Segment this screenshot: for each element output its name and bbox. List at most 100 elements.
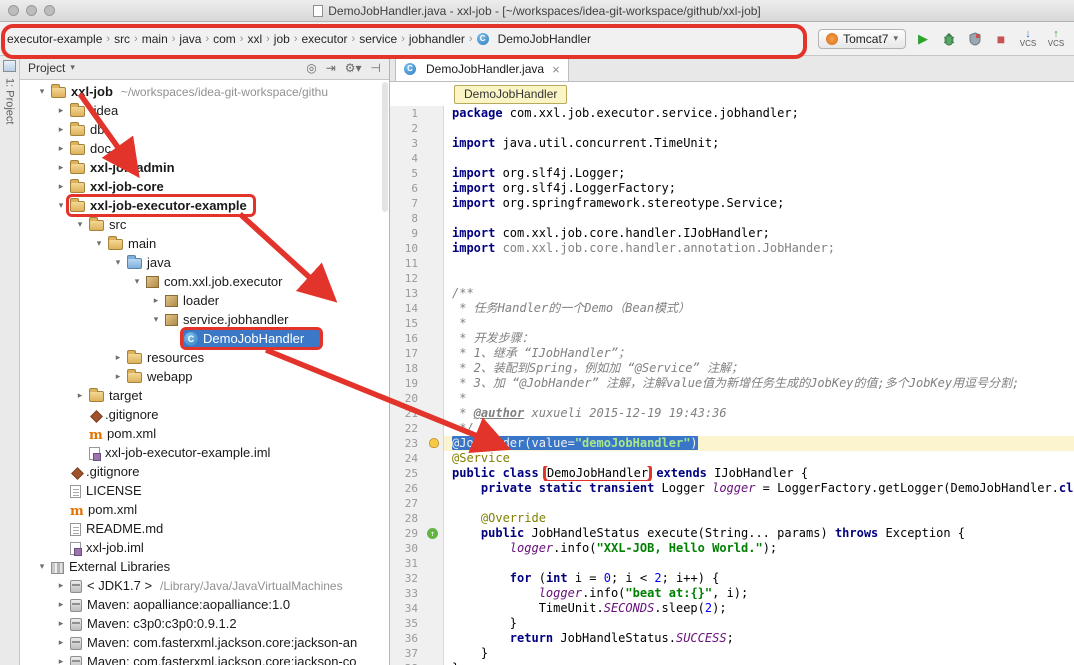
line-number[interactable]: 15 xyxy=(390,316,424,331)
expand-icon[interactable]: ▸ xyxy=(110,371,126,382)
tree-item-xxl-job-iml[interactable]: xxl-job.iml xyxy=(20,538,389,557)
tree-item-content[interactable]: .gitignore xyxy=(69,463,145,480)
code-line[interactable]: 35 } xyxy=(390,616,1074,631)
tree-item-maven-com-fasterxml-jackson-core-jackson-an[interactable]: ▸Maven: com.fasterxml.jackson.core:jacks… xyxy=(20,633,389,652)
code-line[interactable]: 14 * 任务Handler的一个Demo（Bean模式） xyxy=(390,301,1074,316)
tree-item-content[interactable]: < JDK1.7 >/Library/Java/JavaVirtualMachi… xyxy=(69,577,349,594)
code-line[interactable]: 26 private static transient Logger logge… xyxy=(390,481,1074,496)
project-stripe-button[interactable]: 1: Project xyxy=(4,78,16,124)
line-number[interactable]: 29 xyxy=(390,526,424,541)
collapse-icon[interactable]: ▾ xyxy=(148,314,164,325)
line-number[interactable]: 34 xyxy=(390,601,424,616)
breadcrumb-item-com[interactable]: com xyxy=(210,30,239,48)
tree-item-maven-aopalliance-aopalliance-1-0[interactable]: ▸Maven: aopalliance:aopalliance:1.0 xyxy=(20,595,389,614)
line-number[interactable]: 11 xyxy=(390,256,424,271)
line-number[interactable]: 17 xyxy=(390,346,424,361)
code-line[interactable]: 18 * 2、装配到Spring，例如加 “@Service” 注解； xyxy=(390,361,1074,376)
collapse-icon[interactable]: ▾ xyxy=(53,200,69,211)
tree-item-db[interactable]: ▸db xyxy=(20,120,389,139)
tree-item-content[interactable]: DemoJobHandler xyxy=(183,330,320,347)
tree-item--gitignore[interactable]: .gitignore xyxy=(20,462,389,481)
tree-item-xxl-job-admin[interactable]: ▸xxl-job-admin xyxy=(20,158,389,177)
line-number[interactable]: 24 xyxy=(390,451,424,466)
tree-item-main[interactable]: ▾main xyxy=(20,234,389,253)
collapse-all-icon[interactable]: ⇥ xyxy=(326,61,336,75)
tree-item--idea[interactable]: ▸.idea xyxy=(20,101,389,120)
coverage-button[interactable] xyxy=(966,30,984,48)
collapse-icon[interactable]: ▾ xyxy=(129,276,145,287)
line-number[interactable]: 28 xyxy=(390,511,424,526)
line-number[interactable]: 14 xyxy=(390,301,424,316)
hide-panel-icon[interactable]: ⊣ xyxy=(371,61,381,75)
line-number[interactable]: 38 xyxy=(390,661,424,665)
line-number[interactable]: 12 xyxy=(390,271,424,286)
line-number[interactable]: 30 xyxy=(390,541,424,556)
code-line[interactable]: 13/** xyxy=(390,286,1074,301)
collapse-icon[interactable]: ▾ xyxy=(91,238,107,249)
code-line[interactable]: 20 * xyxy=(390,391,1074,406)
code-line[interactable]: 17 * 1、继承 “IJobHandler”； xyxy=(390,346,1074,361)
tree-item-maven-com-fasterxml-jackson-core-jackson-co[interactable]: ▸Maven: com.fasterxml.jackson.core:jacks… xyxy=(20,652,389,665)
code-line[interactable]: 38} xyxy=(390,661,1074,665)
vcs-commit-button[interactable]: ↑ VCS xyxy=(1046,29,1066,48)
tree-item-content[interactable]: xxl-job.iml xyxy=(69,539,150,556)
code-line[interactable]: 4 xyxy=(390,151,1074,166)
breadcrumb-item-xxl[interactable]: xxl xyxy=(244,30,265,48)
tree-item--jdk1-7-[interactable]: ▸< JDK1.7 >/Library/Java/JavaVirtualMach… xyxy=(20,576,389,595)
code-line[interactable]: 8 xyxy=(390,211,1074,226)
tree-item-content[interactable]: service.jobhandler xyxy=(164,311,295,328)
run-config-selector[interactable]: Tomcat7 ▾ xyxy=(818,29,906,49)
gear-icon[interactable]: ⚙▾ xyxy=(345,61,362,75)
breadcrumb-item-executor[interactable]: executor xyxy=(298,30,350,48)
tree-item-xxl-job[interactable]: ▾xxl-job~/workspaces/idea-git-workspace/… xyxy=(20,82,389,101)
tree-item-content[interactable]: Maven: c3p0:c3p0:0.9.1.2 xyxy=(69,615,243,632)
tree-item-license[interactable]: LICENSE xyxy=(20,481,389,500)
tree-item-content[interactable]: loader xyxy=(164,292,225,309)
code-line[interactable]: 5import org.slf4j.Logger; xyxy=(390,166,1074,181)
tree-item-external-libraries[interactable]: ▾External Libraries xyxy=(20,557,389,576)
tree-item-src[interactable]: ▾src xyxy=(20,215,389,234)
line-number[interactable]: 7 xyxy=(390,196,424,211)
expand-icon[interactable]: ▸ xyxy=(53,599,69,610)
collapse-icon[interactable]: ▾ xyxy=(72,219,88,230)
expand-icon[interactable]: ▸ xyxy=(53,162,69,173)
line-number[interactable]: 25 xyxy=(390,466,424,481)
line-number[interactable]: 8 xyxy=(390,211,424,226)
tree-item-maven-c3p0-c3p0-0-9-1-2[interactable]: ▸Maven: c3p0:c3p0:0.9.1.2 xyxy=(20,614,389,633)
code-editor[interactable]: 1package com.xxl.job.executor.service.jo… xyxy=(390,106,1074,665)
code-line[interactable]: 31 xyxy=(390,556,1074,571)
tree-item-service-jobhandler[interactable]: ▾service.jobhandler xyxy=(20,310,389,329)
editor-breadcrumb[interactable]: DemoJobHandler xyxy=(454,85,567,104)
line-number[interactable]: 18 xyxy=(390,361,424,376)
expand-icon[interactable]: ▸ xyxy=(110,352,126,363)
tree-item-content[interactable]: External Libraries xyxy=(50,558,176,575)
code-line[interactable]: 6import org.slf4j.LoggerFactory; xyxy=(390,181,1074,196)
code-line[interactable]: 22 */ xyxy=(390,421,1074,436)
expand-icon[interactable]: ▸ xyxy=(148,295,164,306)
tree-item-content[interactable]: Maven: aopalliance:aopalliance:1.0 xyxy=(69,596,296,613)
expand-icon[interactable]: ▸ xyxy=(53,143,69,154)
line-number[interactable]: 33 xyxy=(390,586,424,601)
code-line[interactable]: 33 logger.info("beat at:{}", i); xyxy=(390,586,1074,601)
line-number[interactable]: 1 xyxy=(390,106,424,121)
line-number[interactable]: 6 xyxy=(390,181,424,196)
code-line[interactable]: 30 logger.info("XXL-JOB, Hello World."); xyxy=(390,541,1074,556)
tree-item-content[interactable]: xxl-job-executor-example xyxy=(69,197,253,214)
tree-item-readme-md[interactable]: README.md xyxy=(20,519,389,538)
tree-item-content[interactable]: target xyxy=(88,387,148,404)
breadcrumb-item-job[interactable]: job xyxy=(271,30,293,48)
code-line[interactable]: 7import org.springframework.stereotype.S… xyxy=(390,196,1074,211)
expand-icon[interactable]: ▸ xyxy=(53,637,69,648)
collapse-icon[interactable]: ▾ xyxy=(110,257,126,268)
line-number[interactable]: 37 xyxy=(390,646,424,661)
tree-item-pom-xml[interactable]: pom.xml xyxy=(20,500,389,519)
breadcrumb-item-main[interactable]: main xyxy=(139,30,171,48)
tree-item-content[interactable]: Maven: com.fasterxml.jackson.core:jackso… xyxy=(69,634,363,651)
expand-icon[interactable]: ▸ xyxy=(53,124,69,135)
tree-item-content[interactable]: webapp xyxy=(126,368,199,385)
tree-item-content[interactable]: java xyxy=(126,254,177,271)
line-number[interactable]: 26 xyxy=(390,481,424,496)
breadcrumb-item-demojobhandler[interactable]: DemoJobHandler xyxy=(474,30,594,48)
line-number[interactable]: 35 xyxy=(390,616,424,631)
vcs-update-button[interactable]: ↓ VCS xyxy=(1018,29,1038,48)
